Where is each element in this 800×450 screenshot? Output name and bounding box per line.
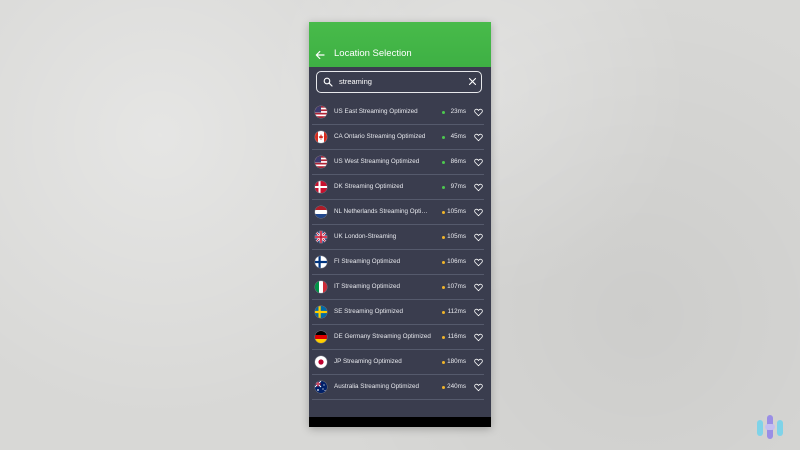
search-icon: [323, 77, 333, 87]
location-item[interactable]: IT Streaming Optimized 107ms: [309, 275, 484, 300]
location-item[interactable]: DK Streaming Optimized 97ms: [309, 175, 484, 200]
app-header: Location Selection: [309, 22, 491, 67]
se-flag-icon: [315, 306, 327, 318]
ping-status-dot: [442, 286, 445, 289]
jp-flag-icon: [315, 356, 327, 368]
ping-status-dot: [442, 136, 445, 139]
location-name: US East Streaming Optimized: [334, 108, 418, 115]
location-name: US West Streaming Optimized: [334, 158, 420, 165]
ping-value: 107ms: [447, 283, 466, 290]
ping-value: 45ms: [450, 133, 466, 140]
heart-icon[interactable]: [474, 108, 483, 117]
uk-flag-icon: [315, 231, 327, 243]
heart-icon[interactable]: [474, 233, 483, 242]
location-name: IT Streaming Optimized: [334, 283, 401, 290]
location-item[interactable]: FI Streaming Optimized 106ms: [309, 250, 484, 275]
ca-flag-icon: [315, 131, 327, 143]
location-name: JP Streaming Optimized: [334, 358, 402, 365]
au-flag-icon: [315, 381, 327, 393]
heart-icon[interactable]: [474, 208, 483, 217]
it-flag-icon: [315, 281, 327, 293]
location-item[interactable]: US West Streaming Optimized 86ms: [309, 150, 484, 175]
location-name: DK Streaming Optimized: [334, 183, 404, 190]
ping-value: 116ms: [447, 333, 466, 340]
ping-value: 112ms: [447, 308, 466, 315]
ping-status-dot: [442, 261, 445, 264]
ping-value: 105ms: [447, 233, 466, 240]
heart-icon[interactable]: [474, 283, 483, 292]
ping-status-dot: [442, 211, 445, 214]
heart-icon[interactable]: [474, 133, 483, 142]
heart-icon[interactable]: [474, 183, 483, 192]
location-item[interactable]: SE Streaming Optimized 112ms: [309, 300, 484, 325]
location-list: US East Streaming Optimized 23ms CA Ontari…: [309, 100, 491, 400]
location-item[interactable]: CA Ontario Streaming Optimized 45ms: [309, 125, 484, 150]
dk-flag-icon: [315, 181, 327, 193]
location-name: Australia Streaming Optimized: [334, 383, 420, 390]
phone-screen: Location Selection US East Streaming Opt…: [309, 22, 491, 427]
ping-status-dot: [442, 361, 445, 364]
ping-status-dot: [442, 161, 445, 164]
ping-value: 106ms: [447, 258, 466, 265]
us-flag-icon: [315, 106, 327, 118]
ping-status-dot: [442, 386, 445, 389]
de-flag-icon: [315, 331, 327, 343]
location-item[interactable]: JP Streaming Optimized 180ms: [309, 350, 484, 375]
location-item[interactable]: US East Streaming Optimized 23ms: [309, 100, 484, 125]
fi-flag-icon: [315, 256, 327, 268]
back-arrow-icon[interactable]: [315, 50, 325, 60]
ping-status-dot: [442, 186, 445, 189]
heart-icon[interactable]: [474, 158, 483, 167]
location-name: DE Germany Streaming Optimized: [334, 333, 431, 340]
ping-value: 23ms: [450, 108, 466, 115]
close-icon[interactable]: [468, 77, 477, 86]
location-name: SE Streaming Optimized: [334, 308, 403, 315]
page-title: Location Selection: [334, 48, 412, 59]
search-input[interactable]: [339, 74, 459, 89]
ping-value: 180ms: [447, 358, 466, 365]
location-name: CA Ontario Streaming Optimized: [334, 133, 426, 140]
location-name: UK London-Streaming: [334, 233, 397, 240]
heart-icon[interactable]: [474, 333, 483, 342]
heart-icon[interactable]: [474, 383, 483, 392]
heart-icon[interactable]: [474, 258, 483, 267]
brand-logo-icon: [757, 415, 783, 439]
navigation-bar: [309, 417, 491, 427]
location-name: FI Streaming Optimized: [334, 258, 401, 265]
ping-status-dot: [442, 236, 445, 239]
search-box[interactable]: [316, 71, 482, 93]
ping-status-dot: [442, 336, 445, 339]
location-name: NL Netherlands Streaming Optimized: [334, 208, 432, 215]
location-item[interactable]: NL Netherlands Streaming Optimized 105ms: [309, 200, 484, 225]
ping-status-dot: [442, 311, 445, 314]
ping-value: 240ms: [447, 383, 466, 390]
heart-icon[interactable]: [474, 358, 483, 367]
location-item[interactable]: UK London-Streaming 105ms: [309, 225, 484, 250]
ping-value: 97ms: [450, 183, 466, 190]
us-flag-icon: [315, 156, 327, 168]
ping-value: 86ms: [450, 158, 466, 165]
location-item[interactable]: Australia Streaming Optimized 240ms: [309, 375, 484, 400]
nl-flag-icon: [315, 206, 327, 218]
heart-icon[interactable]: [474, 308, 483, 317]
location-item[interactable]: DE Germany Streaming Optimized 116ms: [309, 325, 484, 350]
ping-status-dot: [442, 111, 445, 114]
ping-value: 105ms: [447, 208, 466, 215]
